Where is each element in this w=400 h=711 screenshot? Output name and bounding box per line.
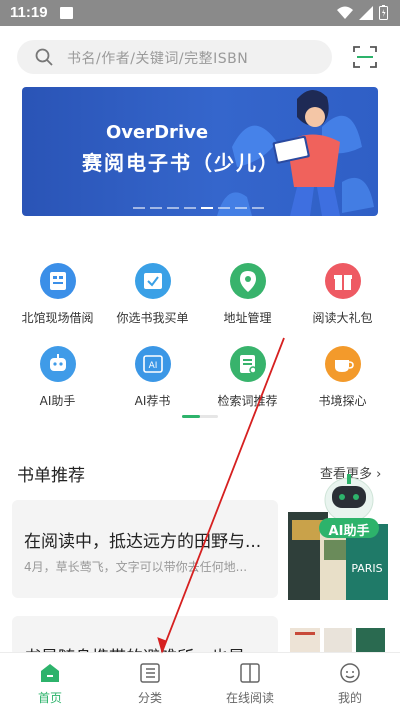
home-icon: [41, 664, 59, 682]
pagination-dot: [150, 207, 162, 209]
tab-category[interactable]: 分类: [100, 653, 200, 711]
location-pin-icon: [229, 263, 266, 299]
signal-icon: [359, 5, 373, 20]
pagination-dot: [184, 207, 196, 209]
menu-item-address[interactable]: 地址管理: [200, 263, 295, 326]
promo-banner[interactable]: OverDrive 赛阅电子书（少儿）: [22, 87, 378, 216]
menu-item-keyword-recommend[interactable]: 检索词推荐: [200, 346, 295, 409]
svg-text:AI: AI: [148, 361, 157, 371]
menu-label: 阅读大礼包: [312, 311, 373, 325]
banner-brand: OverDrive: [106, 122, 209, 143]
ai-book-icon: AI: [134, 346, 171, 382]
booklist-card[interactable]: 书是随身携带的避难所，也是...: [12, 616, 278, 656]
wifi-icon: [337, 6, 353, 19]
menu-item-you-choose-we-buy[interactable]: 你选书我买单: [105, 263, 200, 326]
pagination-dot: [218, 207, 230, 209]
card-title: 在阅读中，抵达远方的田野与...: [24, 532, 262, 552]
battery-icon: [379, 5, 388, 20]
status-time: 11:19: [10, 4, 48, 21]
menu-item-ai-recommend[interactable]: AI AI荐书: [105, 346, 200, 409]
book-covers-image: [290, 628, 385, 654]
shopping-cart-icon: [134, 263, 171, 299]
pagination-dot: [167, 207, 179, 209]
pagination-dot: [235, 207, 247, 209]
library-card-icon: [39, 263, 76, 299]
ai-badge-label: AI助手: [328, 524, 370, 539]
tab-home[interactable]: 首页: [0, 653, 100, 711]
section-title: 书单推荐: [17, 466, 85, 486]
gallery-notification-icon: [60, 7, 73, 19]
profile-icon: [340, 663, 360, 683]
menu-item-explore[interactable]: 书境探心: [295, 346, 390, 409]
gift-box-icon: [324, 263, 361, 299]
banner-pagination: [133, 207, 264, 209]
status-bar: 11:19: [0, 0, 400, 26]
menu-item-gift[interactable]: 阅读大礼包: [295, 263, 390, 326]
banner-title: 赛阅电子书（少儿）: [82, 151, 280, 175]
robot-icon: [39, 346, 76, 382]
search-bar[interactable]: 书名/作者/关键词/完整ISBN: [17, 40, 332, 74]
menu-label: 地址管理: [223, 311, 272, 325]
tab-profile[interactable]: 我的: [300, 653, 400, 711]
pagination-dot: [252, 207, 264, 209]
category-list-icon: [140, 663, 160, 683]
grid-page-indicator: [182, 415, 218, 418]
tea-cup-icon: [324, 346, 361, 382]
scan-icon[interactable]: [352, 44, 378, 70]
menu-label: 北馆现场借阅: [21, 311, 94, 325]
search-icon: [35, 48, 53, 66]
search-list-icon: [229, 346, 266, 382]
menu-label: AI助手: [39, 394, 76, 408]
open-book-icon: [240, 663, 260, 683]
booklist-card[interactable]: 在阅读中，抵达远方的田野与... 4月，草长莺飞，文字可以带你去任何地...: [12, 500, 278, 598]
menu-item-onsite-borrow[interactable]: 北馆现场借阅: [10, 263, 105, 326]
tab-online-reading[interactable]: 在线阅读: [200, 653, 300, 711]
menu-item-ai-assistant[interactable]: AI助手: [10, 346, 105, 409]
menu-label: 检索词推荐: [217, 394, 278, 408]
menu-label: AI荐书: [134, 394, 171, 408]
search-input[interactable]: 书名/作者/关键词/完整ISBN: [67, 48, 248, 68]
ai-assistant-float-button[interactable]: AI助手: [316, 470, 382, 542]
svg-text:PARIS: PARIS: [351, 562, 382, 575]
pagination-dot: [133, 207, 145, 209]
card-subtitle: 4月，草长莺飞，文字可以带你去任何地...: [24, 560, 248, 574]
menu-label: 你选书我买单: [116, 311, 189, 325]
bottom-tab-bar: 首页 分类 在线阅读 我的: [0, 652, 400, 711]
pagination-dot-active: [201, 207, 213, 209]
menu-label: 书境探心: [318, 394, 367, 408]
